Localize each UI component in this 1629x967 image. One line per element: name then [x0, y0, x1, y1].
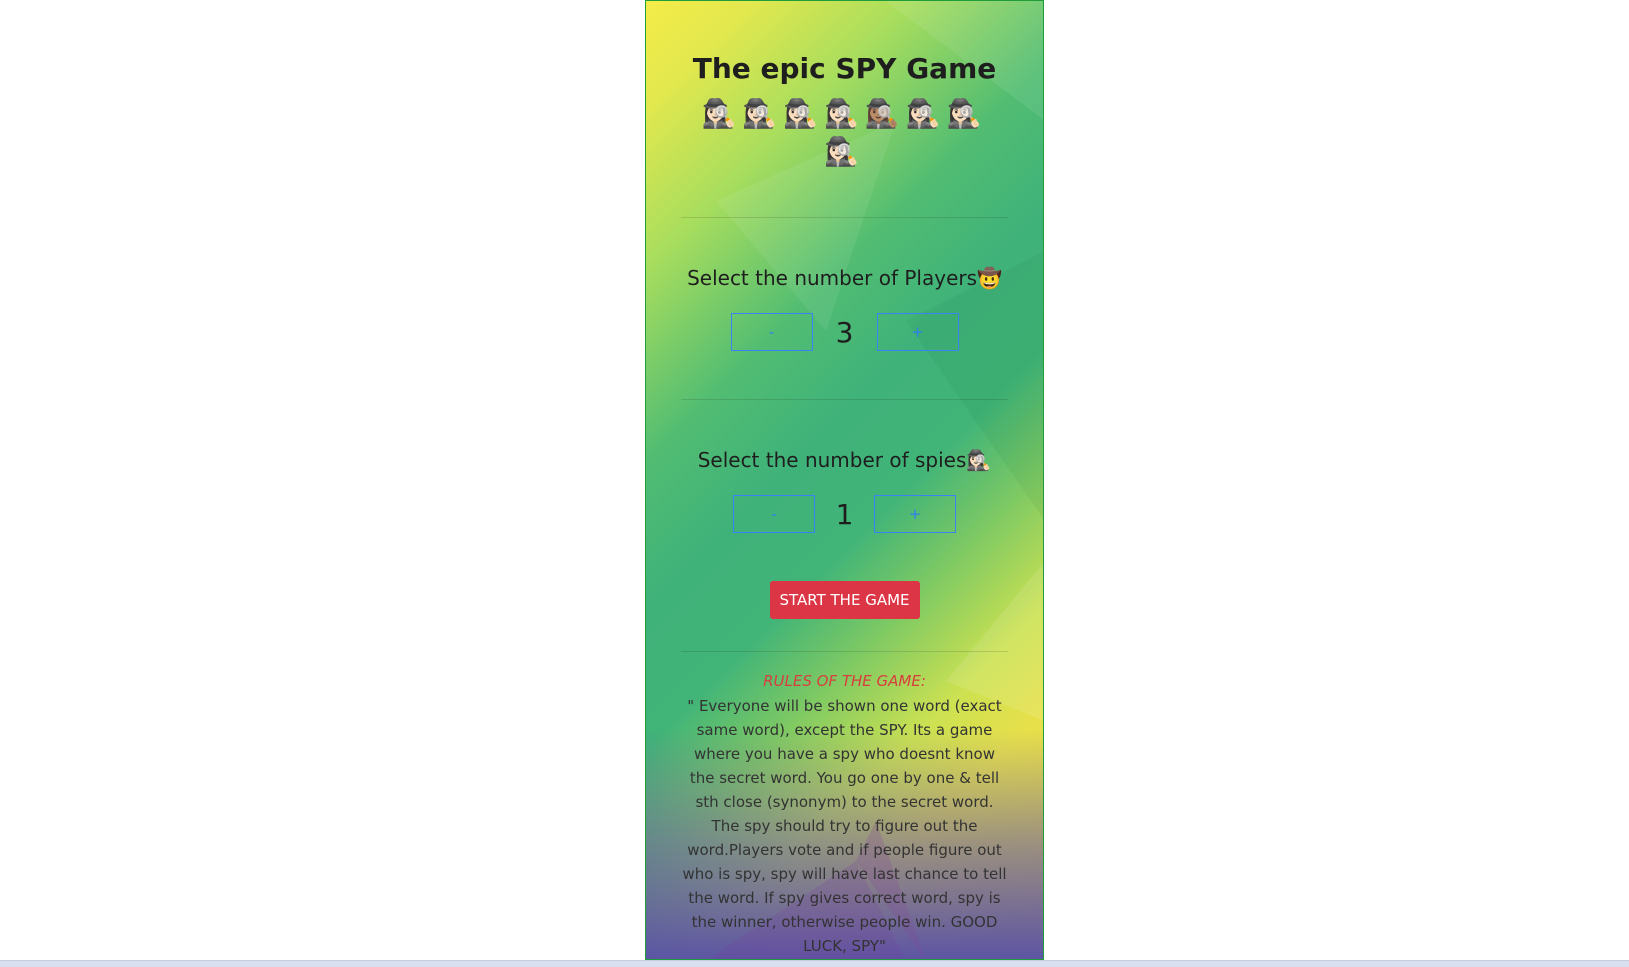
- start-section: START THE GAME: [646, 581, 1043, 619]
- spies-stepper: - 1 +: [646, 495, 1043, 533]
- page-title: The epic SPY Game: [692, 52, 997, 85]
- players-label: Select the number of Players🤠: [687, 266, 1002, 290]
- main-content: The epic SPY Game 🕵🏻‍♀️🕵🏻‍♀️🕵🏻‍♀️🕵🏻‍♀️🕵🏽…: [646, 1, 1043, 958]
- players-decrement-button[interactable]: -: [730, 313, 813, 351]
- browser-bottom-bar: [0, 960, 1629, 967]
- players-section: Select the number of Players🤠 - 3 +: [646, 218, 1043, 351]
- rules-section: RULES OF THE GAME: " Everyone will be sh…: [646, 652, 1043, 958]
- spy-emoji-row: 🕵🏻‍♀️🕵🏻‍♀️🕵🏻‍♀️🕵🏻‍♀️🕵🏽‍♀️🕵🏻‍♀️🕵🏻‍♀️ 🕵🏻‍♀…: [701, 97, 988, 168]
- players-count: 3: [835, 315, 854, 349]
- spies-count: 1: [835, 497, 854, 531]
- rules-text: " Everyone will be shown one word (exact…: [682, 697, 1007, 955]
- spies-increment-button[interactable]: +: [874, 495, 956, 533]
- spies-decrement-button[interactable]: -: [733, 495, 815, 533]
- players-increment-button[interactable]: +: [876, 313, 959, 351]
- spies-label: Select the number of spies🕵🏻‍♀️: [697, 448, 992, 472]
- rules-title: RULES OF THE GAME:: [763, 672, 926, 690]
- start-game-button[interactable]: START THE GAME: [769, 581, 920, 619]
- game-panel: The epic SPY Game 🕵🏻‍♀️🕵🏻‍♀️🕵🏻‍♀️🕵🏻‍♀️🕵🏽…: [645, 0, 1044, 960]
- spies-section: Select the number of spies🕵🏻‍♀️ - 1 +: [646, 400, 1043, 533]
- players-stepper: - 3 +: [646, 313, 1043, 351]
